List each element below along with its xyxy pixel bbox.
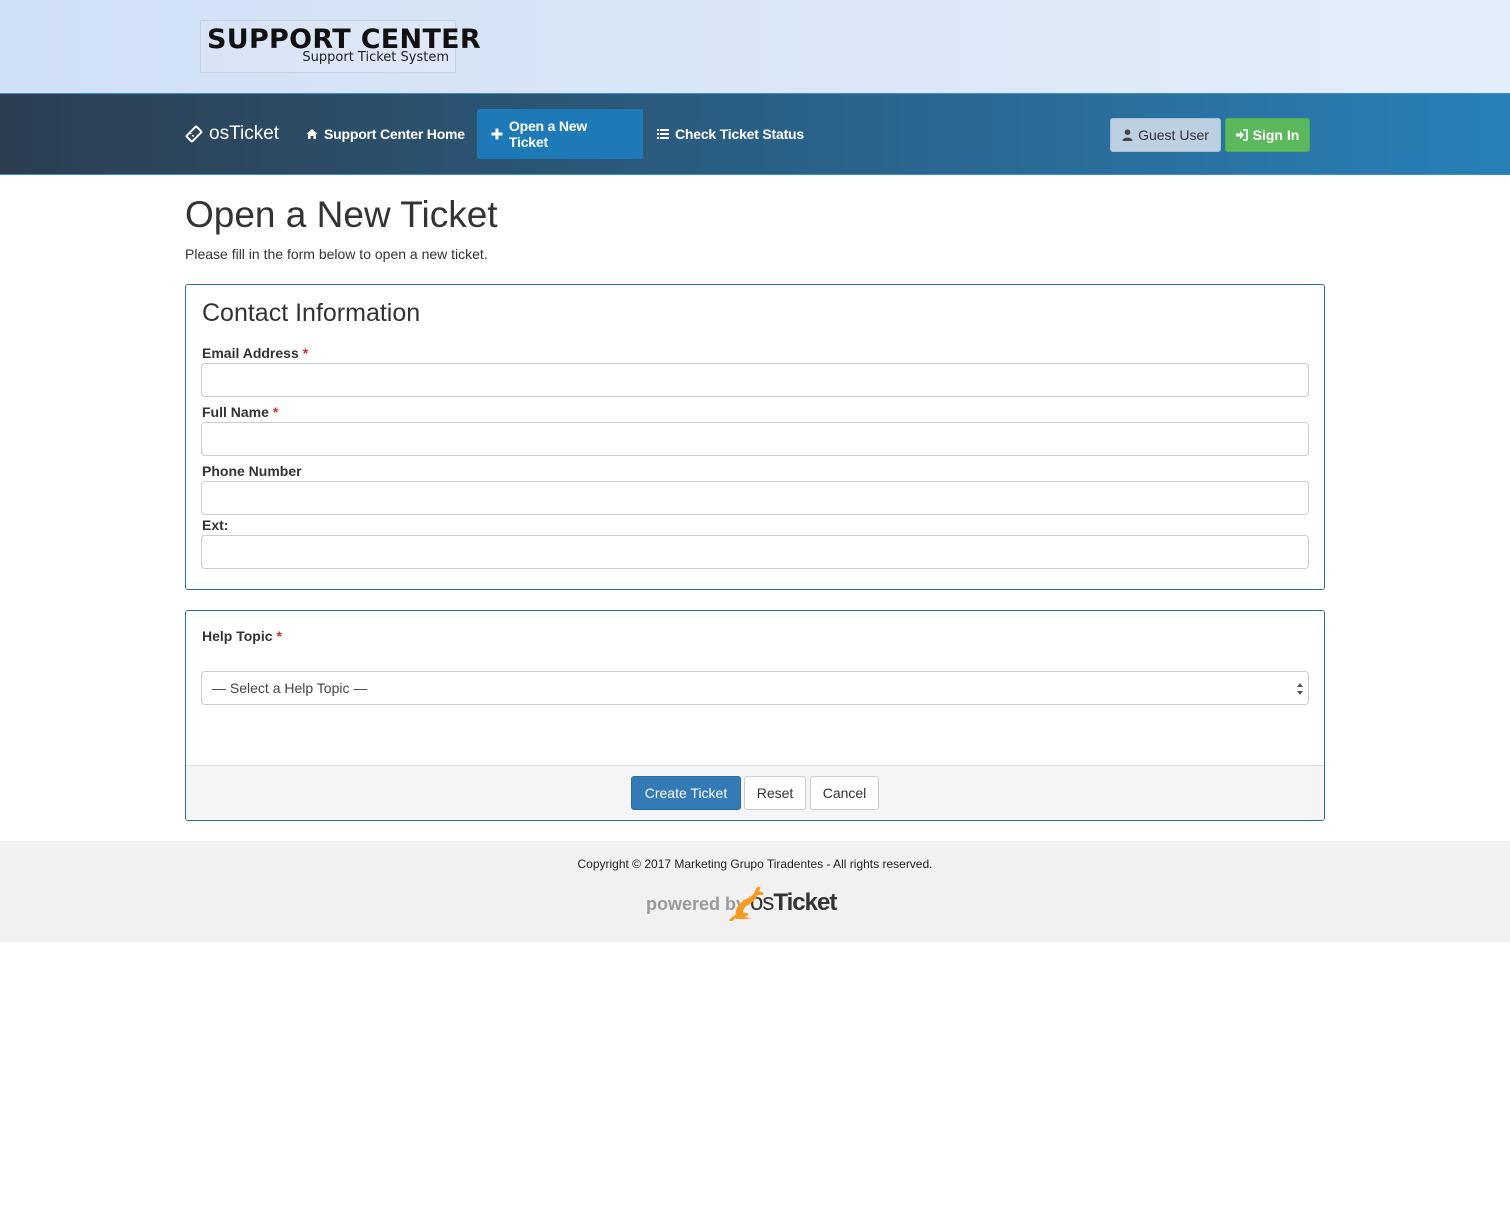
required-mark: * xyxy=(276,628,282,644)
site-footer: Copyright © 2017 Marketing Grupo Tiraden… xyxy=(0,841,1510,942)
contact-information-panel: Contact Information Email Address * Full … xyxy=(185,284,1325,590)
required-mark: * xyxy=(272,404,279,420)
email-label: Email Address * xyxy=(202,345,308,361)
guest-user-button[interactable]: Guest User xyxy=(1110,118,1221,152)
guest-user-label: Guest User xyxy=(1138,127,1209,143)
osticket-logo: osTicket xyxy=(728,886,837,921)
powered-by-link[interactable]: powered by osTicket xyxy=(646,886,837,921)
nav-brand[interactable]: osTicket xyxy=(185,123,279,145)
help-topic-selected: — Select a Help Topic — xyxy=(212,680,368,696)
sign-in-label: Sign In xyxy=(1252,127,1300,143)
nav-open-new-ticket[interactable]: Open a New Ticket xyxy=(477,109,643,159)
nav-check-ticket-status[interactable]: Check Ticket Status xyxy=(643,109,818,159)
ticket-icon xyxy=(185,125,203,143)
logo-subtitle: Support Ticket System xyxy=(302,50,449,65)
sign-in-icon xyxy=(1235,129,1248,141)
nav-brand-label: osTicket xyxy=(209,123,280,144)
help-topic-label: Help Topic * xyxy=(202,628,282,644)
ext-input[interactable] xyxy=(201,535,1309,569)
plus-icon xyxy=(491,128,503,140)
phone-number-label: Phone Number xyxy=(202,463,302,479)
copyright-text: Copyright © 2017 Marketing Grupo Tiraden… xyxy=(577,857,933,871)
contact-section-title: Contact Information xyxy=(202,299,421,327)
site-logo[interactable]: SUPPORT CENTER Support Ticket System xyxy=(200,20,481,73)
kangaroo-icon xyxy=(728,886,764,921)
form-actions: Create Ticket Reset Cancel xyxy=(186,765,1324,820)
nav-check-label: Check Ticket Status xyxy=(675,126,804,142)
help-topic-select[interactable]: — Select a Help Topic — xyxy=(201,671,1309,705)
create-ticket-button[interactable]: Create Ticket xyxy=(631,776,741,810)
sign-in-button[interactable]: Sign In xyxy=(1225,118,1310,152)
full-name-input[interactable] xyxy=(201,422,1309,456)
full-name-label: Full Name * xyxy=(202,404,278,420)
nav-open-label: Open a New Ticket xyxy=(508,118,588,150)
select-arrows-icon xyxy=(1297,683,1303,695)
cancel-button[interactable]: Cancel xyxy=(810,776,879,810)
nav-support-center-home[interactable]: Support Center Home xyxy=(292,109,479,159)
nav-home-label: Support Center Home xyxy=(324,126,465,142)
list-icon xyxy=(657,129,669,139)
ext-label: Ext: xyxy=(202,517,229,533)
user-icon xyxy=(1122,129,1133,141)
required-mark: * xyxy=(302,345,309,361)
page-intro: Please fill in the form below to open a … xyxy=(185,246,488,262)
home-icon xyxy=(306,129,318,139)
help-topic-panel: Help Topic * — Select a Help Topic — Crea… xyxy=(185,610,1325,821)
main-navbar: osTicket Support Center Home Open a New … xyxy=(0,93,1510,175)
page-title: Open a New Ticket xyxy=(185,194,498,235)
site-header: SUPPORT CENTER Support Ticket System xyxy=(0,0,1510,93)
phone-number-input[interactable] xyxy=(201,481,1309,515)
email-input[interactable] xyxy=(201,363,1309,397)
reset-button[interactable]: Reset xyxy=(744,776,806,810)
email-label-text: Email Address xyxy=(202,345,299,361)
powered-brand-ticket: Ticket xyxy=(773,889,837,916)
full-name-label-text: Full Name xyxy=(202,404,269,420)
help-topic-label-text: Help Topic xyxy=(202,628,273,644)
